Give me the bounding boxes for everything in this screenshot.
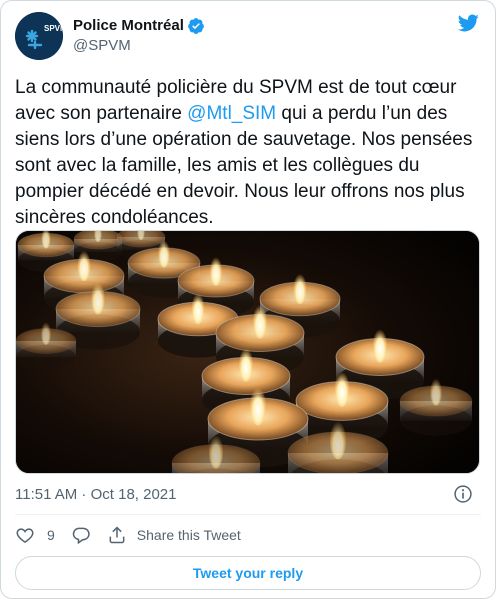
candle-flame bbox=[330, 421, 346, 460]
tweet-actions: 9 Share this Tweet bbox=[15, 523, 257, 547]
author-handle[interactable]: @SPVM bbox=[73, 36, 205, 56]
candle-flame bbox=[250, 387, 266, 426]
display-name-text: Police Montréal bbox=[73, 17, 184, 34]
like-count: 9 bbox=[47, 527, 55, 543]
tweet-photo[interactable] bbox=[15, 230, 480, 474]
author-display-name[interactable]: Police Montréal bbox=[73, 16, 205, 36]
twitter-bird-icon[interactable] bbox=[455, 12, 481, 34]
reply-icon-button[interactable] bbox=[71, 525, 91, 545]
share-button[interactable]: Share this Tweet bbox=[107, 525, 241, 545]
candle-flame bbox=[191, 293, 205, 325]
tweet-header: SPVM Police Montréal @SPVM bbox=[15, 12, 481, 64]
divider bbox=[15, 514, 481, 515]
candle-flame bbox=[158, 240, 170, 268]
comment-icon bbox=[72, 527, 90, 545]
candle-flame bbox=[208, 435, 224, 469]
heart-icon bbox=[16, 528, 34, 543]
candles-photo bbox=[16, 231, 479, 473]
candle-flame bbox=[372, 329, 388, 363]
candle-flame bbox=[293, 273, 307, 305]
tweet-text: La communauté policière du SPVM est de t… bbox=[15, 75, 485, 231]
candle-flame bbox=[41, 322, 51, 345]
candle-flame bbox=[334, 372, 350, 407]
candle-flame bbox=[91, 282, 105, 315]
spvm-logo-icon: SPVM bbox=[15, 12, 63, 60]
tweet-timestamp[interactable]: 11:51 AM · Oct 18, 2021 bbox=[15, 485, 176, 505]
verified-badge-icon bbox=[187, 18, 204, 34]
avatar[interactable]: SPVM bbox=[15, 12, 63, 60]
tweet-reply-button[interactable]: Tweet your reply bbox=[15, 556, 481, 590]
candle-flame bbox=[430, 378, 442, 406]
svg-text:SPVM: SPVM bbox=[44, 24, 63, 33]
mention-link[interactable]: @Mtl_SIM bbox=[187, 103, 276, 124]
share-icon bbox=[109, 526, 125, 544]
share-label: Share this Tweet bbox=[136, 527, 241, 543]
author-names: Police Montréal @SPVM bbox=[73, 16, 205, 56]
candle-flame bbox=[238, 348, 254, 382]
info-icon[interactable] bbox=[453, 484, 473, 504]
like-button[interactable]: 9 bbox=[15, 525, 55, 545]
tweet-card: SPVM Police Montréal @SPVM La communauté… bbox=[0, 0, 496, 599]
candle-flame bbox=[77, 250, 91, 282]
candle-flame bbox=[252, 305, 268, 339]
candle-flame bbox=[209, 257, 223, 286]
